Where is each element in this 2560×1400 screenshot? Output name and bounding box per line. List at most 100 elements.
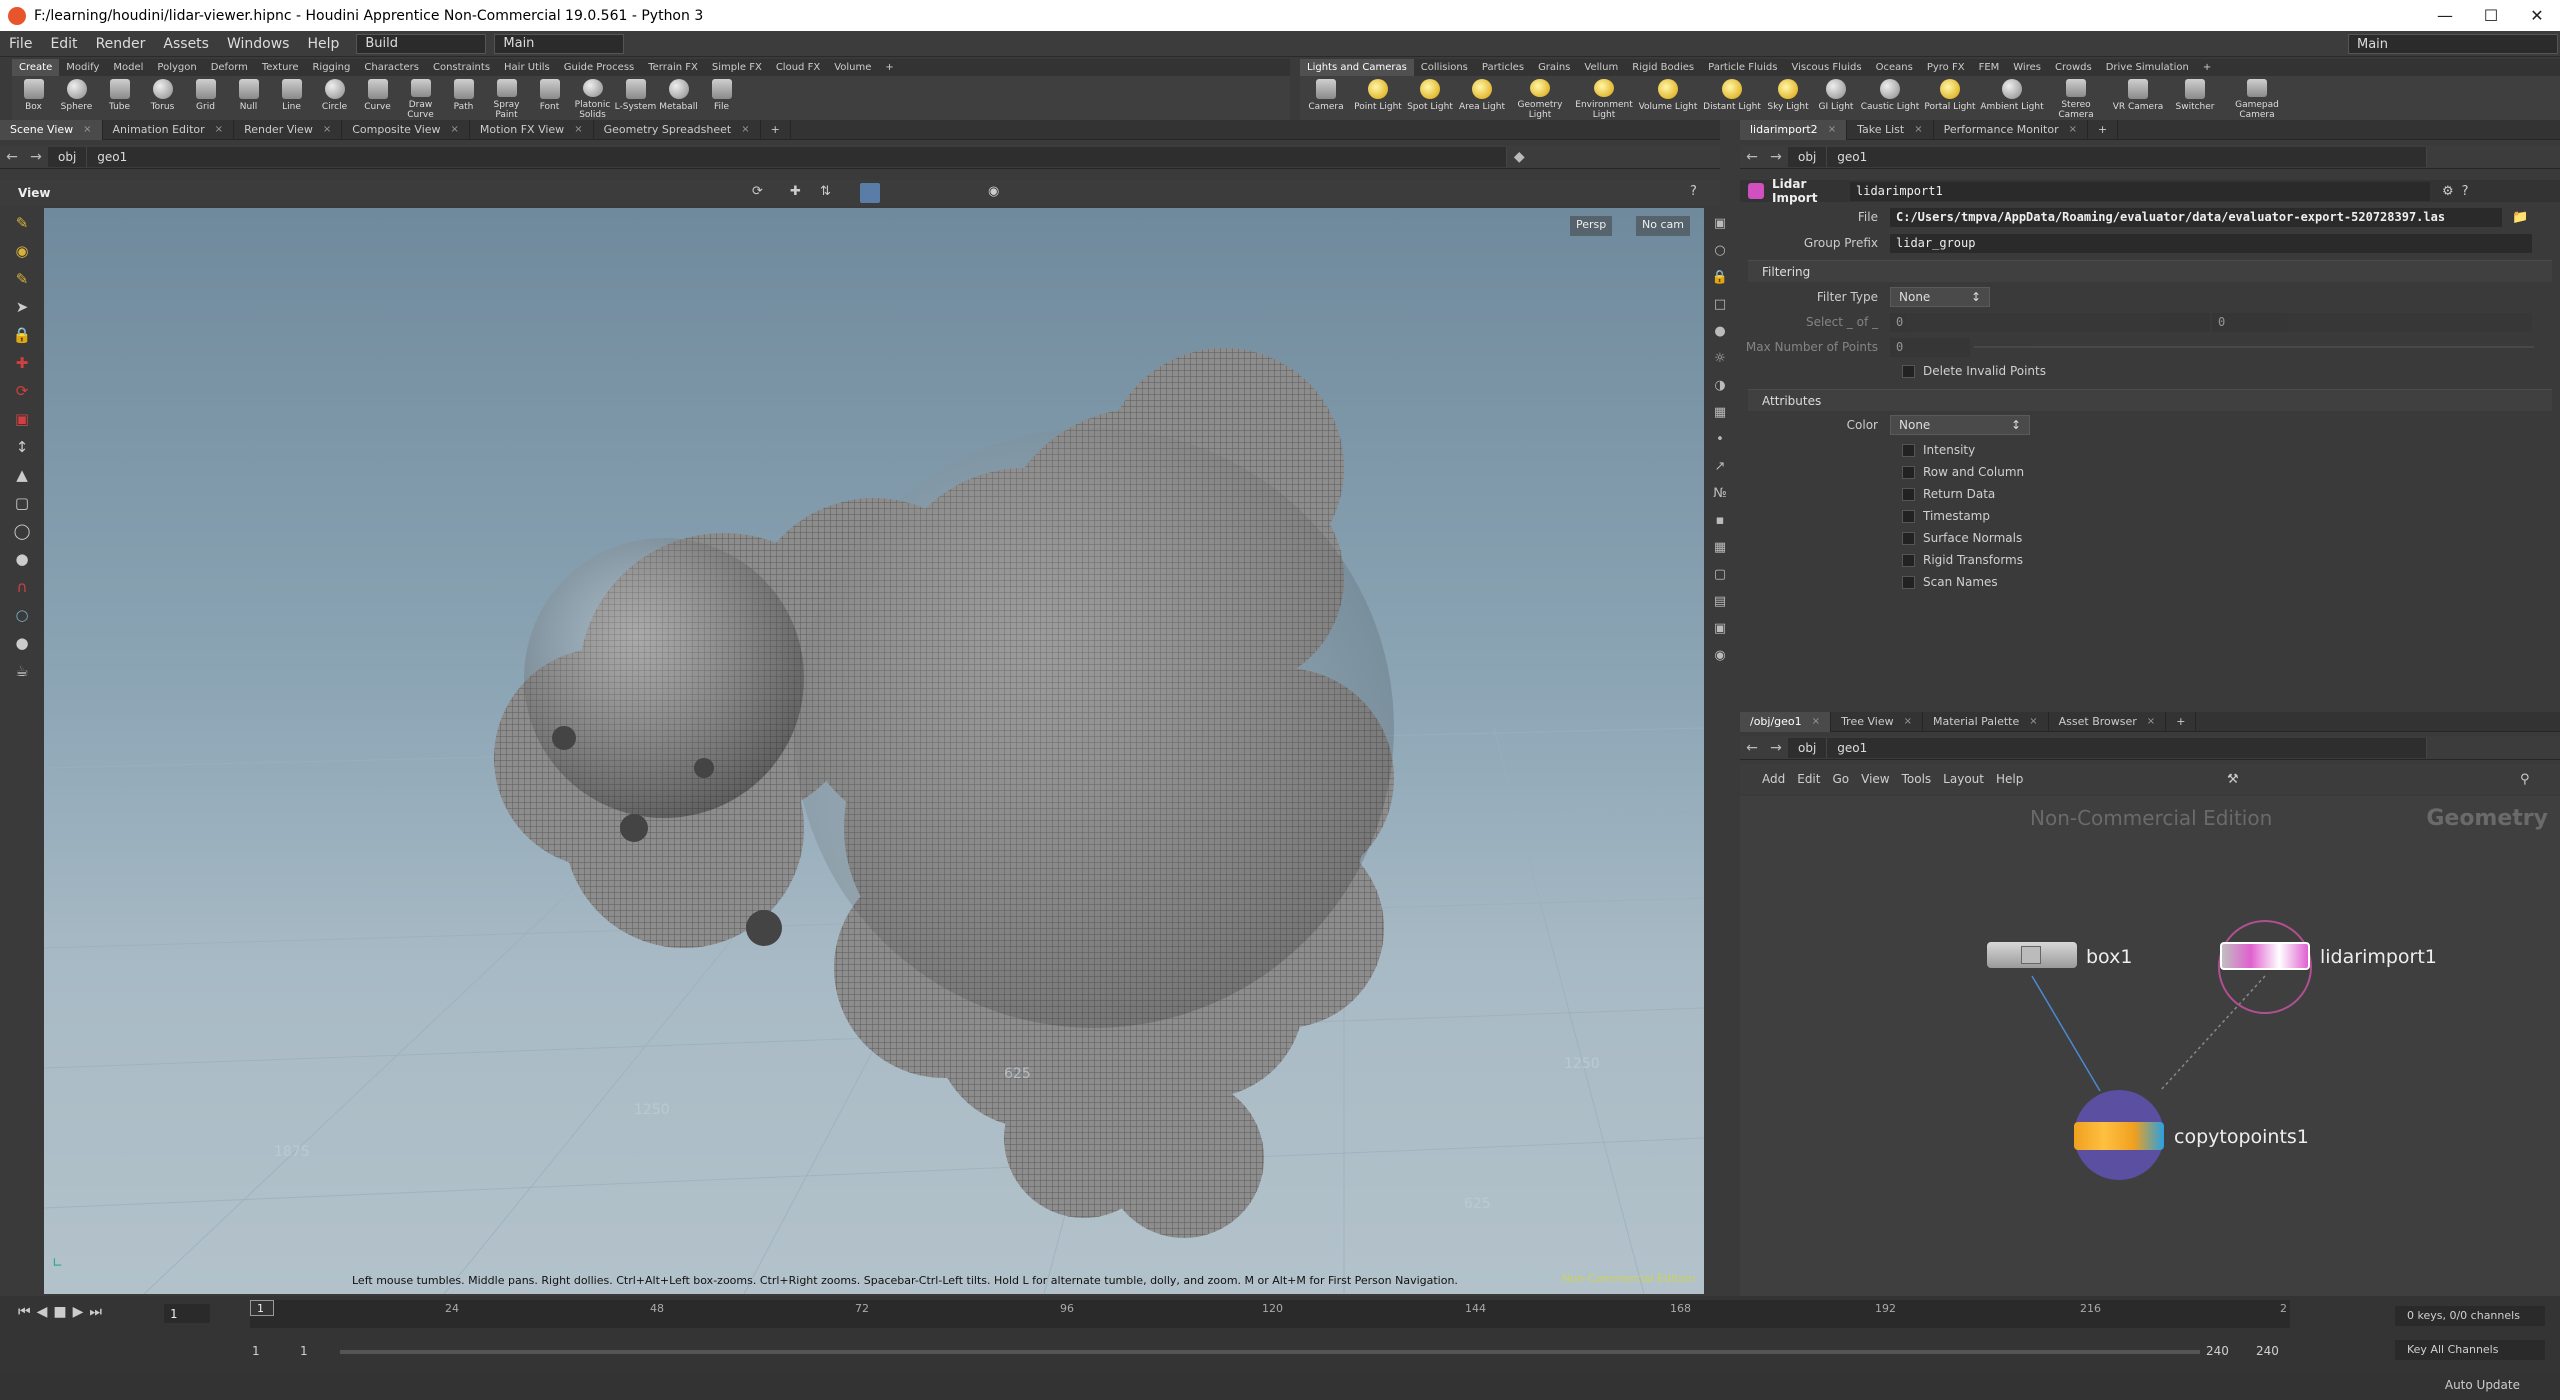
tab-motion-fx-view[interactable]: Motion FX View × bbox=[470, 119, 594, 140]
add-tab-icon[interactable]: + bbox=[761, 119, 791, 140]
minimize-icon[interactable]: — bbox=[2422, 0, 2468, 31]
shelf-tab-create[interactable]: Create bbox=[12, 59, 60, 76]
menu-help[interactable]: Help bbox=[298, 36, 348, 52]
last-frame-icon[interactable]: ⏭ bbox=[89, 1304, 102, 1320]
help-icon[interactable]: ? bbox=[1690, 184, 1708, 202]
lock-camera-icon[interactable]: 🔒 bbox=[1708, 265, 1732, 289]
shelf-tab[interactable]: FEM bbox=[1972, 59, 2007, 76]
scene-viewport[interactable]: 1875 1250 625 625 1250 Persp No cam Left… bbox=[44, 208, 1704, 1294]
shelf-tab[interactable]: Drive Simulation bbox=[2099, 59, 2196, 76]
forward-arrow-icon[interactable]: → bbox=[1764, 149, 1788, 165]
tab-obj-geo1[interactable]: /obj/geo1 × bbox=[1740, 711, 1832, 732]
tool-metaball[interactable]: Metaball bbox=[657, 76, 700, 120]
tool-tube[interactable]: Tube bbox=[98, 76, 141, 120]
shelf-tab[interactable]: Terrain FX bbox=[641, 59, 705, 76]
add-shelf-icon[interactable]: + bbox=[878, 59, 900, 76]
tool-grid[interactable]: Grid bbox=[184, 76, 227, 120]
tool-portal-light[interactable]: Portal Light bbox=[1920, 76, 1980, 120]
teapot-icon[interactable]: ☕ bbox=[8, 658, 36, 684]
tool-sky-light[interactable]: Sky Light bbox=[1764, 76, 1812, 120]
back-arrow-icon[interactable]: ← bbox=[0, 149, 24, 165]
shelf-tab[interactable]: Oceans bbox=[1869, 59, 1920, 76]
close-tab-icon[interactable]: × bbox=[451, 124, 459, 135]
shadow-icon[interactable]: ◑ bbox=[1708, 373, 1732, 397]
tool-curve[interactable]: Curve bbox=[356, 76, 399, 120]
tab-scene-view[interactable]: Scene View × bbox=[0, 119, 103, 140]
close-tab-icon[interactable]: × bbox=[1812, 716, 1820, 727]
path-obj[interactable]: obj bbox=[1788, 737, 1828, 758]
scan-names-checkbox[interactable] bbox=[1902, 575, 1915, 589]
range-slider[interactable] bbox=[340, 1350, 2200, 1354]
back-arrow-icon[interactable]: ← bbox=[1740, 149, 1764, 165]
tool-geometry-light[interactable]: Geometry Light bbox=[1508, 76, 1572, 120]
tab-render-view[interactable]: Render View × bbox=[234, 119, 343, 140]
net-menu-edit[interactable]: Edit bbox=[1791, 772, 1826, 786]
auto-update-button[interactable]: Auto Update bbox=[2445, 1378, 2520, 1392]
file-browse-icon[interactable]: 📁 bbox=[2512, 210, 2528, 225]
tool-spot-light[interactable]: Spot Light bbox=[1404, 76, 1456, 120]
magnet-icon[interactable]: ∩ bbox=[8, 574, 36, 600]
tab-geometry-spreadsheet[interactable]: Geometry Spreadsheet × bbox=[594, 119, 761, 140]
key-all-channels-button[interactable]: Key All Channels bbox=[2395, 1340, 2545, 1360]
shelf-tab[interactable]: Modify bbox=[59, 59, 106, 76]
close-tab-icon[interactable]: × bbox=[2147, 716, 2155, 727]
shelf-tab[interactable]: Particle Fluids bbox=[1701, 59, 1784, 76]
grid-toggle-icon[interactable]: ▦ bbox=[1708, 535, 1732, 559]
frame-marker[interactable]: 1 bbox=[250, 1300, 274, 1316]
scale-tool-icon[interactable]: ▣ bbox=[8, 406, 36, 432]
close-tab-icon[interactable]: × bbox=[83, 124, 91, 135]
surface-normals-checkbox[interactable] bbox=[1902, 531, 1915, 545]
shelf-tab[interactable]: Cloud FX bbox=[769, 59, 827, 76]
max-points-field[interactable]: 0 bbox=[1890, 337, 1970, 357]
range-end2-field[interactable]: 240 bbox=[2256, 1344, 2279, 1358]
safe-area-icon[interactable]: ▣ bbox=[1708, 616, 1732, 640]
color-dropdown[interactable]: None ↕ bbox=[1890, 415, 2030, 435]
select-arrow-icon[interactable]: ➤ bbox=[8, 294, 36, 320]
shelf-tab[interactable]: Grains bbox=[1531, 59, 1577, 76]
shelf-tab[interactable]: Crowds bbox=[2048, 59, 2099, 76]
shelf-tab-lights[interactable]: Lights and Cameras bbox=[1300, 59, 1414, 76]
shelf-tab[interactable]: Collisions bbox=[1414, 59, 1475, 76]
tool-vr-camera[interactable]: VR Camera bbox=[2108, 76, 2168, 120]
timestamp-checkbox[interactable] bbox=[1902, 509, 1915, 523]
path-obj[interactable]: obj bbox=[1788, 146, 1828, 167]
tool-gi-light[interactable]: GI Light bbox=[1812, 76, 1860, 120]
range-start2-field[interactable]: 1 bbox=[300, 1344, 308, 1358]
node-name-field[interactable]: lidarimport1 bbox=[1850, 181, 2430, 201]
shelf-tab[interactable]: Volume bbox=[827, 59, 878, 76]
handle-tool-icon[interactable]: ✎ bbox=[8, 210, 36, 236]
tab-tree-view[interactable]: Tree View × bbox=[1831, 711, 1923, 732]
tab-take-list[interactable]: Take List × bbox=[1847, 119, 1934, 140]
pan-icon[interactable]: ✚ bbox=[790, 184, 808, 202]
path-geo1[interactable]: geo1 bbox=[1827, 737, 2428, 758]
select-b-field[interactable]: 0 bbox=[2212, 312, 2532, 332]
filtering-section[interactable]: Filtering bbox=[1748, 260, 2552, 282]
gear-icon[interactable]: ⚙ bbox=[2442, 184, 2454, 199]
tool-point-light[interactable]: Point Light bbox=[1352, 76, 1404, 120]
normals-icon[interactable]: ↗ bbox=[1708, 454, 1732, 478]
shelf-tab[interactable]: Rigging bbox=[305, 59, 357, 76]
attributes-section[interactable]: Attributes bbox=[1748, 389, 2552, 411]
close-tab-icon[interactable]: × bbox=[2029, 716, 2037, 727]
shelf-tab[interactable]: Deform bbox=[204, 59, 255, 76]
light-icon[interactable]: ☼ bbox=[1708, 346, 1732, 370]
background-icon[interactable]: ▦ bbox=[1708, 400, 1732, 424]
tool-sphere[interactable]: Sphere bbox=[55, 76, 98, 120]
maximize-icon[interactable]: ☐ bbox=[2468, 0, 2514, 31]
net-menu-go[interactable]: Go bbox=[1826, 772, 1855, 786]
forward-arrow-icon[interactable]: → bbox=[24, 149, 48, 165]
close-tab-icon[interactable]: × bbox=[1914, 124, 1922, 135]
tool-box[interactable]: Box bbox=[12, 76, 55, 120]
tool-area-light[interactable]: Area Light bbox=[1456, 76, 1508, 120]
tool-stereo-camera[interactable]: Stereo Camera bbox=[2044, 76, 2108, 120]
tool-path[interactable]: Path bbox=[442, 76, 485, 120]
group-prefix-field[interactable]: lidar_group bbox=[1890, 233, 2532, 253]
range-start-field[interactable]: 1 bbox=[252, 1344, 260, 1358]
row-column-checkbox[interactable] bbox=[1902, 465, 1915, 479]
path-obj[interactable]: obj bbox=[48, 146, 88, 167]
brush-tool-icon[interactable]: ✎ bbox=[8, 266, 36, 292]
lasso-icon[interactable]: ◯ bbox=[8, 518, 36, 544]
tool-platonic-solids[interactable]: Platonic Solids bbox=[571, 76, 614, 120]
tool-switcher[interactable]: Switcher bbox=[2168, 76, 2222, 120]
tool-circle[interactable]: Circle bbox=[313, 76, 356, 120]
